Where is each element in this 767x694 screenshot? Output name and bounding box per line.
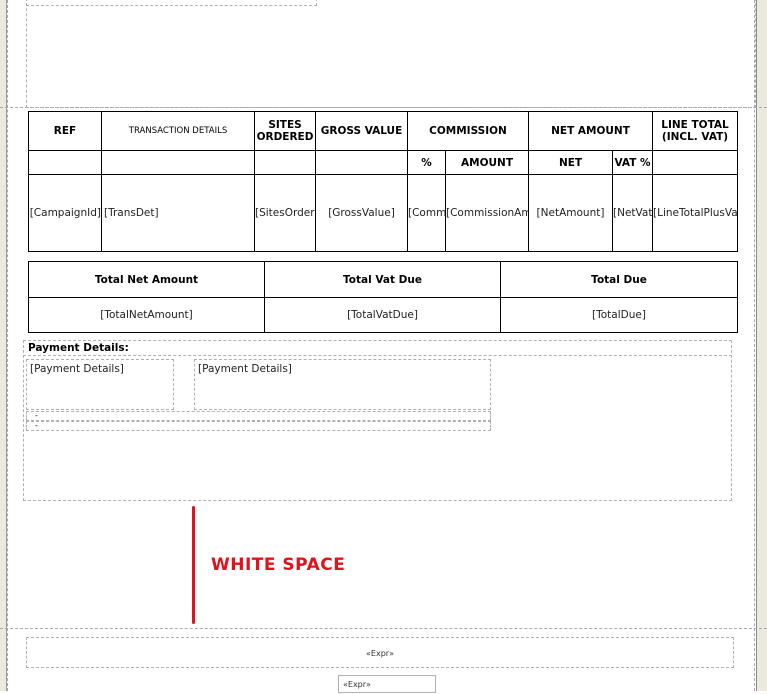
subheader-vat-pct: VAT % — [611, 150, 654, 175]
payment-details-field-2[interactable]: [Payment Details] — [194, 359, 491, 410]
totals-table: Total Net Amount Total Vat Due Total Due… — [28, 261, 738, 333]
subheader-empty — [101, 150, 255, 175]
header-line-total: LINE TOTAL (INCL. VAT) — [652, 111, 739, 151]
cell-sites-ordered[interactable]: [SitesOrdered] — [254, 174, 316, 252]
vertical-scrollbar[interactable] — [756, 0, 767, 691]
cell-total-net[interactable]: [TotalNetAmount] — [28, 297, 265, 333]
header-ref: REF — [28, 111, 102, 151]
payment-line-2[interactable]: - — [26, 421, 491, 431]
subheader-net: NET — [528, 150, 613, 175]
cell-vat-pct[interactable]: [NetVatPercent] — [611, 174, 654, 252]
header-total-net: Total Net Amount — [28, 261, 265, 298]
cell-net-amount[interactable]: [NetAmount] — [528, 174, 613, 252]
subheader-commission-amount: AMOUNT — [445, 150, 529, 175]
cell-gross-value[interactable]: [GrossValue] — [315, 174, 408, 252]
margin-guide-left — [7, 0, 8, 691]
line-items-table: REF TRANSACTION DETAILS SITES ORDERED GR… — [28, 111, 739, 252]
subheader-empty — [28, 150, 102, 175]
footer-expression-2[interactable]: «Expr» — [338, 675, 436, 693]
cell-total-due[interactable]: [TotalDue] — [500, 297, 738, 333]
cell-campaign-id[interactable]: [CampaignId] — [28, 174, 102, 252]
subheader-empty — [652, 150, 739, 175]
cell-line-total[interactable]: [LineTotalPlusVat] — [652, 174, 739, 252]
payment-details-field-1[interactable]: [Payment Details] — [26, 359, 174, 410]
section-guide-footer — [0, 628, 767, 629]
cell-commission-amount[interactable]: [CommissionAmount] — [445, 174, 529, 252]
subheader-commission-pct: % — [407, 150, 446, 175]
white-space-label: WHITE SPACE — [211, 555, 346, 575]
header-total-vat: Total Vat Due — [264, 261, 501, 298]
subheader-empty — [315, 150, 408, 175]
cell-commission-pct[interactable]: [CommissionPc] — [407, 174, 446, 252]
cell-total-vat[interactable]: [TotalVatDue] — [264, 297, 501, 333]
footer-expression-1[interactable]: «Expr» — [26, 637, 734, 668]
subheader-empty — [254, 150, 316, 175]
payment-line-1[interactable]: - — [26, 411, 491, 421]
cell-trans-det[interactable]: [TransDet] — [101, 174, 255, 252]
header-sites-ordered: SITES ORDERED — [254, 111, 316, 151]
white-space-marker-bar — [192, 506, 195, 624]
payment-details-header-band — [23, 340, 732, 356]
header-gross-value: GROSS VALUE — [315, 111, 408, 151]
header-section — [26, 0, 756, 108]
header-total-due: Total Due — [500, 261, 738, 298]
payment-details-title: Payment Details: — [28, 342, 129, 354]
header-transaction-details: TRANSACTION DETAILS — [101, 111, 255, 151]
header-net-amount: NET AMOUNT — [527, 111, 654, 151]
header-commission: COMMISSION — [407, 111, 529, 151]
left-margin-ruler — [0, 0, 7, 691]
